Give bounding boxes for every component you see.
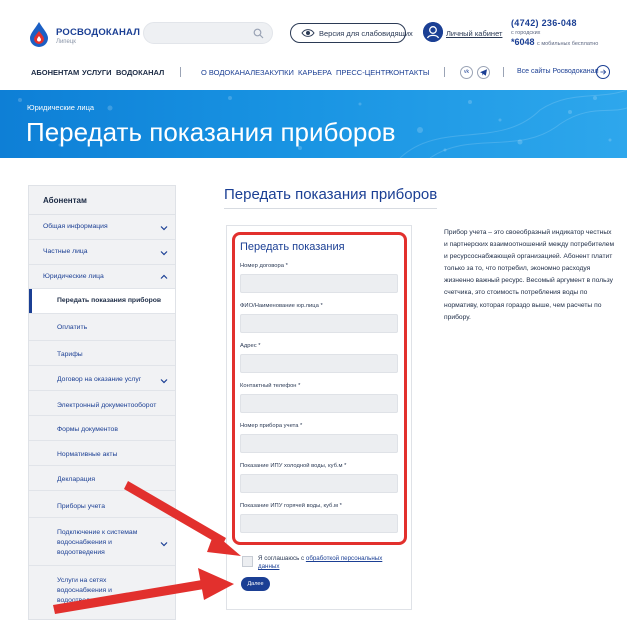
hot-water-input[interactable] <box>240 514 398 533</box>
sidebar-item-individuals[interactable]: Частные лица <box>29 240 175 265</box>
sidebar-item-service-contract[interactable]: Договор на оказание услуг <box>29 366 175 391</box>
nav-divider <box>503 67 504 77</box>
sidebar-item-label: Договор на оказание услуг <box>57 376 142 383</box>
address-label: Адрес * <box>240 343 261 349</box>
form-heading: Передать показания <box>240 241 345 253</box>
cold-water-label: Показание ИПУ холодной воды, куб.м * <box>240 463 347 469</box>
low-vision-label: Версия для слабовидящих <box>319 29 413 38</box>
search-icon[interactable] <box>253 28 264 39</box>
low-vision-version-button[interactable]: Версия для слабовидящих <box>290 23 413 43</box>
sidebar-item-document-forms[interactable]: Формы документов <box>29 416 175 441</box>
sidebar-item-label: Передать показания приборов <box>57 297 162 304</box>
sidebar-item-label: Декларация <box>57 476 96 483</box>
site-header: РОСВОДОКАНАЛ Липецк Версия для слабовидя… <box>0 0 627 60</box>
sidebar-item-label: Приборы учета <box>57 503 105 510</box>
section-divider <box>224 208 437 209</box>
hot-water-label: Показание ИПУ горячей воды, куб.м * <box>240 503 342 509</box>
sidebar-item-legal-entities[interactable]: Юридические лица <box>29 265 175 289</box>
sidebar-item-meters[interactable]: Приборы учета <box>29 491 175 518</box>
eye-icon <box>301 29 315 37</box>
nav-careers[interactable]: КАРЬЕРА <box>298 68 332 77</box>
contract-number-label: Номер договора * <box>240 263 288 269</box>
breadcrumb[interactable]: Юридические лица <box>27 103 94 112</box>
page-title: Передать показания приборов <box>26 117 396 147</box>
section-title: Передать показания приборов <box>224 186 438 203</box>
sidebar-title: Абонентам <box>43 196 87 205</box>
telegram-icon[interactable] <box>477 66 490 79</box>
sidebar-item-label: Услуги на сетях водоснабжения и водоотве… <box>57 577 112 604</box>
meter-description: Прибор учета – это своеобразный индикато… <box>444 229 615 321</box>
sidebar-item-label: Нормативные акты <box>57 451 118 458</box>
address-input[interactable] <box>240 354 398 373</box>
nav-about[interactable]: О ВОДОКАНАЛЕ <box>201 68 260 77</box>
search-box[interactable] <box>143 22 273 44</box>
client-name-label: ФИО/Наименование юр.лица * <box>240 303 323 309</box>
sidebar-item-label: Оплатить <box>57 324 88 331</box>
sidebar-item-label: Юридические лица <box>43 273 104 280</box>
sidebar-item-submit-readings[interactable]: Передать показания приборов <box>29 289 175 314</box>
search-input[interactable] <box>154 26 254 40</box>
logo-city: Липецк <box>56 39 76 45</box>
arrow-right-icon[interactable] <box>596 65 610 79</box>
phone-main[interactable]: (4742) 236-048 <box>511 18 621 28</box>
sidebar-item-regulations[interactable]: Нормативные акты <box>29 441 175 466</box>
consent-text: Я соглашаюсь с обработкой персональных д… <box>258 555 398 571</box>
telegram-glyph-icon <box>480 69 487 76</box>
sidebar-item-edo[interactable]: Электронный документооборот <box>29 391 175 416</box>
logo[interactable]: РОСВОДОКАНАЛ Липецк <box>27 21 152 49</box>
chevron-down-icon[interactable] <box>160 541 168 547</box>
sidebar-item-tariffs[interactable]: Тарифы <box>29 341 175 366</box>
sidebar-item-pay[interactable]: Оплатить <box>29 314 175 341</box>
chevron-down-icon[interactable] <box>160 378 168 384</box>
nav-procurement[interactable]: ЗАКУПКИ <box>260 68 294 77</box>
sidebar-item-label: Частные лица <box>43 248 88 255</box>
nav-divider <box>444 67 445 77</box>
nav-services[interactable]: УСЛУГИ <box>82 68 111 77</box>
sidebar-item-label: Общая информация <box>43 223 108 230</box>
nav-divider <box>180 67 181 77</box>
sidebar-header: Абонентам <box>29 186 175 215</box>
nav-vodokanal[interactable]: ВОДОКАНАЛ <box>116 68 164 77</box>
sidebar-item-general-info[interactable]: Общая информация <box>29 215 175 240</box>
sidebar-item-label: Тарифы <box>57 351 83 358</box>
nav-subscribers[interactable]: АБОНЕНТАМ <box>31 68 79 77</box>
nav-contacts[interactable]: КОНТАКТЫ <box>389 68 429 77</box>
client-name-input[interactable] <box>240 314 398 333</box>
consent-label: Я соглашаюсь с <box>258 555 305 562</box>
nav-press-center[interactable]: ПРЕСС-ЦЕНТР <box>336 68 390 77</box>
water-drop-logo-icon <box>30 22 48 47</box>
phone-short[interactable]: *6048 <box>511 37 535 47</box>
sidebar-menu: Абонентам Общая информация Частные лица … <box>28 185 176 620</box>
chevron-up-icon[interactable] <box>160 274 168 280</box>
chevron-down-icon[interactable] <box>160 250 168 256</box>
phone-short-row: *6048 с мобильных бесплатно <box>511 37 621 47</box>
sidebar-item-connection[interactable]: Подключение к системам водоснабжения и в… <box>29 518 175 566</box>
active-indicator <box>29 289 32 313</box>
meter-number-label: Номер прибора учета * <box>240 423 303 429</box>
sidebar-item-label: Электронный документооборот <box>57 402 157 409</box>
phone-input[interactable] <box>240 394 398 413</box>
all-sites-link[interactable]: Все сайты Росводоканал <box>517 68 599 75</box>
personal-account-link[interactable]: Личный кабинет <box>423 22 503 46</box>
main-navigation: АБОНЕНТАМ УСЛУГИ ВОДОКАНАЛ О ВОДОКАНАЛЕ … <box>0 62 627 84</box>
consent-checkbox[interactable] <box>242 556 253 567</box>
user-icon <box>423 22 443 42</box>
contract-number-input[interactable] <box>240 274 398 293</box>
phone-main-note: с городских <box>511 30 541 36</box>
contact-phones: (4742) 236-048 с городских *6048 с мобил… <box>511 18 621 47</box>
logo-name: РОСВОДОКАНАЛ <box>56 27 141 38</box>
next-button[interactable]: Далее <box>241 577 270 591</box>
phone-short-note: с мобильных бесплатно <box>537 41 599 47</box>
meter-number-input[interactable] <box>240 434 398 453</box>
sidebar-item-label: Подключение к системам водоснабжения и в… <box>57 529 138 556</box>
personal-account-label: Личный кабинет <box>446 29 503 38</box>
sidebar-item-network-services[interactable]: Услуги на сетях водоснабжения и водоотве… <box>29 566 175 619</box>
page-banner: Юридические лица Передать показания приб… <box>0 90 627 158</box>
phone-label: Контактный телефон * <box>240 383 301 389</box>
vk-icon[interactable]: vk <box>460 66 473 79</box>
sidebar-item-label: Формы документов <box>57 426 118 433</box>
cold-water-input[interactable] <box>240 474 398 493</box>
chevron-down-icon[interactable] <box>160 225 168 231</box>
sidebar-item-declaration[interactable]: Декларация <box>29 466 175 491</box>
